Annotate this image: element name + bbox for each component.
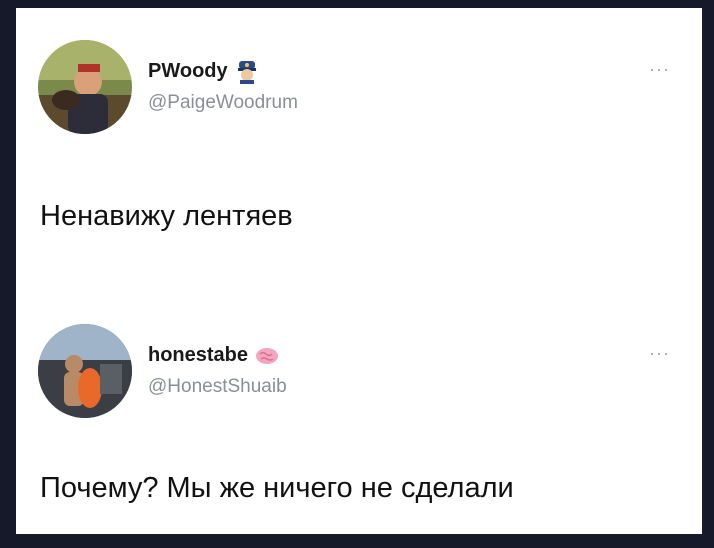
more-options-icon[interactable]: ··· [649,344,670,362]
author-row: PWoody [148,58,260,84]
display-name[interactable]: PWoody [148,60,228,83]
user-handle[interactable]: @HonestShuaib [148,376,287,398]
display-name[interactable]: honestabe [148,344,248,367]
user-handle[interactable]: @PaigeWoodrum [148,92,298,114]
more-options-icon[interactable]: ··· [649,60,670,78]
avatar[interactable] [38,324,132,418]
avatar-photo [38,324,132,418]
avatar-photo [38,40,132,134]
tweet-text: Ненавижу лентяев [40,200,293,232]
tweet-text: Почему? Мы же ничего не сделали [40,472,514,504]
avatar[interactable] [38,40,132,134]
brain-emoji-icon [256,348,279,364]
police-officer-emoji-icon [237,61,256,84]
author-row: honestabe [148,342,280,368]
screenshot-card: PWoody @PaigeWoodrum ··· Ненавижу лентяе… [16,8,702,534]
